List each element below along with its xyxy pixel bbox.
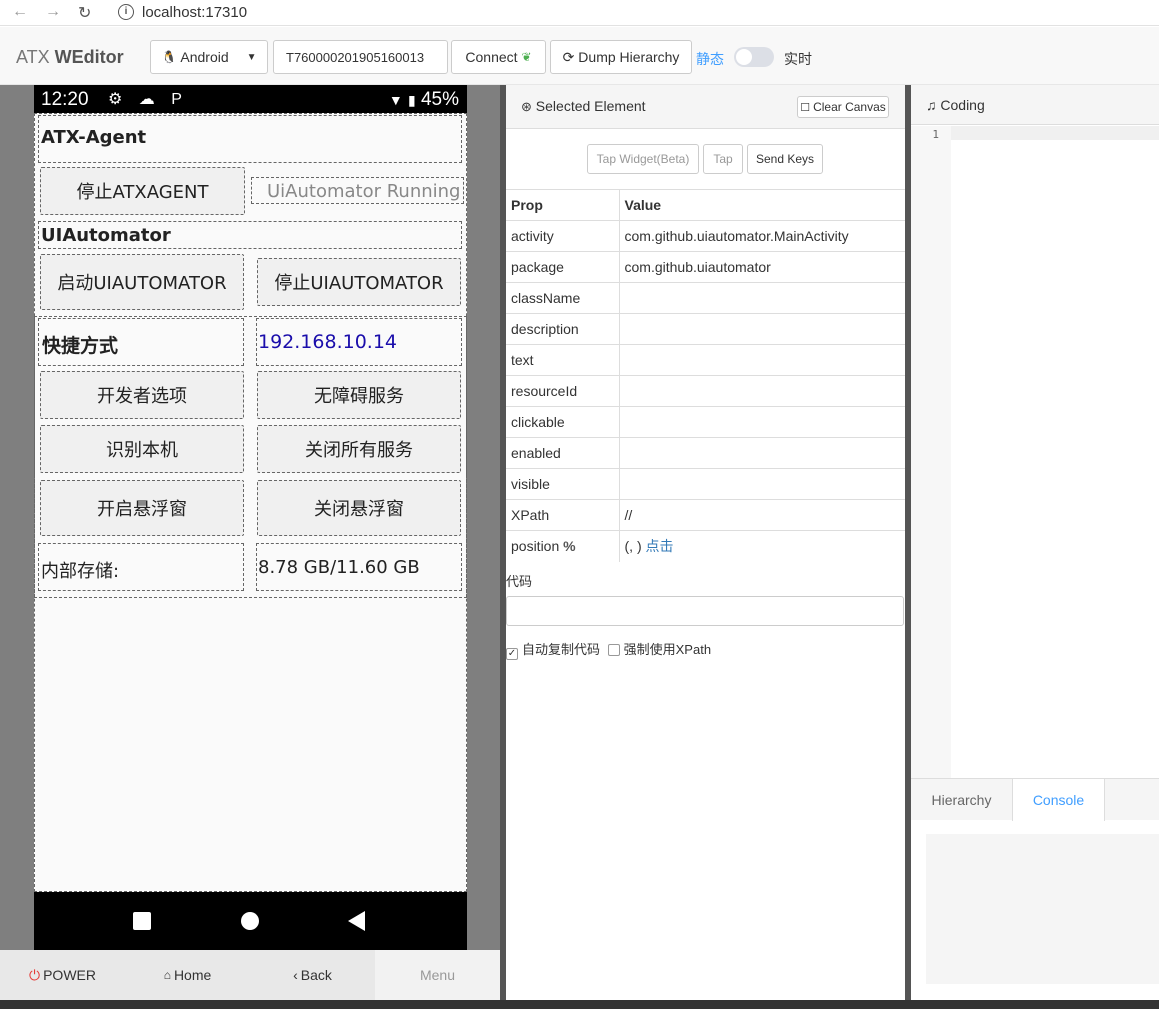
- table-header-row: Prop Value: [506, 189, 905, 221]
- storage-value: 8.78 GB/11.60 GB: [258, 557, 420, 578]
- bottom-tabs: Hierarchy Console: [911, 778, 1159, 821]
- device-control-bar: ⏻ POWER ⌂ Home ‹ Back Menu: [0, 950, 500, 1000]
- col-value: Value: [619, 189, 905, 221]
- brand-logo: ATX WEditor: [16, 47, 124, 67]
- developer-options-button[interactable]: 开发者选项: [40, 371, 244, 419]
- android-nav-bar: [34, 892, 467, 950]
- wifi-icon: ▼: [388, 92, 403, 108]
- console-output: [926, 834, 1159, 984]
- shortcut-label: 快捷方式: [42, 335, 119, 357]
- leaf-icon: ❦: [521, 50, 532, 64]
- uiautomator-status-text: UiAutomator Running: [267, 181, 461, 202]
- home-button[interactable]: ⌂ Home: [125, 950, 250, 1000]
- code-options: ✓ 自动复制代码 强制使用XPath: [506, 642, 712, 660]
- code-editor[interactable]: [951, 126, 1159, 140]
- realtime-toggle[interactable]: [734, 47, 774, 67]
- inspector-header: ⊛ Selected Element ☐ Clear Canvas: [506, 85, 905, 129]
- position-click-link[interactable]: 点击: [646, 538, 674, 554]
- coding-title: ♫ Coding: [926, 97, 985, 113]
- power-button[interactable]: ⏻ POWER: [0, 950, 125, 1000]
- section-atx-agent: ATX-Agent: [41, 127, 147, 148]
- line-gutter: 1: [911, 126, 951, 778]
- music-note-icon: ♫: [926, 97, 937, 113]
- table-row-position: position % (, ) 点击: [506, 530, 905, 562]
- platform-select[interactable]: 🐧 Android ▼: [150, 40, 268, 74]
- mode-realtime-label: 实时: [784, 51, 812, 67]
- square-icon: ☐: [800, 101, 811, 114]
- table-row: visible: [506, 468, 905, 500]
- back-arrow-icon[interactable]: ←: [12, 3, 28, 21]
- table-row: enabled: [506, 437, 905, 469]
- table-row: description: [506, 313, 905, 345]
- table-row: className: [506, 282, 905, 314]
- phone-status-bar: 12:20 ⚙ ☁ P ▼ ▮ 45%: [34, 85, 467, 113]
- status-notification-icons: ⚙ ☁ P: [108, 91, 188, 108]
- stop-uiautomator-button[interactable]: 停止UIAUTOMATOR: [257, 258, 461, 306]
- device-serial-input[interactable]: T760000201905160013: [273, 40, 448, 74]
- coding-header: ♫ Coding: [911, 85, 1159, 125]
- auto-copy-checkbox[interactable]: ✓: [506, 648, 518, 660]
- tap-widget-button[interactable]: Tap Widget(Beta): [587, 144, 699, 174]
- tap-button[interactable]: Tap: [703, 144, 743, 174]
- table-row: package com.github.uiautomator: [506, 251, 905, 283]
- percent-icon: %: [563, 538, 576, 555]
- col-prop: Prop: [506, 189, 620, 221]
- identify-device-button[interactable]: 识别本机: [40, 425, 244, 473]
- section-uiautomator: UIAutomator: [41, 225, 171, 246]
- table-row: resourceId: [506, 375, 905, 407]
- code-label: 代码: [506, 574, 533, 589]
- inspector-panel: ⊛ Selected Element ☐ Clear Canvas Tap Wid…: [506, 85, 905, 1000]
- ip-address: 192.168.10.14: [258, 331, 398, 353]
- start-uiautomator-button[interactable]: 启动UIAUTOMATOR: [40, 254, 244, 310]
- home-circle-icon[interactable]: [241, 912, 259, 930]
- storage-label: 内部存储:: [41, 561, 120, 582]
- force-xpath-checkbox[interactable]: [607, 644, 620, 656]
- coding-panel: ♫ Coding 1 Hierarchy Console: [911, 85, 1159, 1000]
- browser-url-bar: ← → ↻ i localhost:17310: [0, 0, 1159, 26]
- forward-arrow-icon[interactable]: →: [45, 3, 61, 21]
- back-button[interactable]: ‹ Back: [250, 950, 375, 1000]
- status-time: 12:20: [41, 89, 89, 110]
- accessibility-service-button[interactable]: 无障碍服务: [257, 371, 461, 419]
- send-keys-button[interactable]: Send Keys: [747, 144, 823, 174]
- status-battery: ▼ ▮ 45%: [388, 89, 459, 110]
- reload-icon[interactable]: ↻: [78, 3, 91, 23]
- line-number: 1: [932, 128, 939, 141]
- tab-console[interactable]: Console: [1012, 779, 1105, 821]
- mode-static-label: 静态: [696, 51, 724, 67]
- refresh-icon: ⟳: [562, 48, 575, 65]
- table-row: clickable: [506, 406, 905, 438]
- code-input[interactable]: [506, 596, 904, 626]
- table-row: activity com.github.uiautomator.MainActiv…: [506, 220, 905, 252]
- close-all-services-button[interactable]: 关闭所有服务: [257, 425, 461, 473]
- tab-hierarchy[interactable]: Hierarchy: [911, 779, 1012, 821]
- chevron-left-icon: ‹: [293, 967, 298, 983]
- android-icon: 🐧: [161, 50, 177, 64]
- table-row: XPath//: [506, 499, 905, 531]
- close-float-window-button[interactable]: 关闭悬浮窗: [257, 480, 461, 536]
- caret-down-icon: ▼: [246, 51, 257, 63]
- battery-icon: ▮: [407, 92, 416, 108]
- address-url[interactable]: localhost:17310: [142, 4, 247, 21]
- table-row: text: [506, 344, 905, 376]
- recents-square-icon[interactable]: [133, 912, 151, 930]
- menu-button[interactable]: Menu: [375, 950, 500, 1000]
- clear-canvas-button[interactable]: ☐ Clear Canvas: [797, 96, 889, 118]
- home-icon: ⌂: [163, 968, 171, 982]
- dump-hierarchy-button[interactable]: ⟳ Dump Hierarchy: [550, 40, 692, 74]
- back-triangle-icon[interactable]: [348, 911, 365, 931]
- crosshair-icon: ⊛: [521, 99, 532, 114]
- open-float-window-button[interactable]: 开启悬浮窗: [40, 480, 244, 536]
- properties-table: Prop Value activity com.github.uiautomato…: [506, 189, 905, 562]
- inspector-title: ⊛ Selected Element: [521, 98, 646, 114]
- site-info-icon[interactable]: i: [118, 4, 134, 20]
- connect-button[interactable]: Connect ❦: [451, 40, 546, 74]
- stop-atxagent-button[interactable]: 停止ATXAGENT: [40, 167, 245, 215]
- window-bottom-edge: [0, 1000, 1159, 1009]
- power-icon: ⏻: [29, 966, 41, 983]
